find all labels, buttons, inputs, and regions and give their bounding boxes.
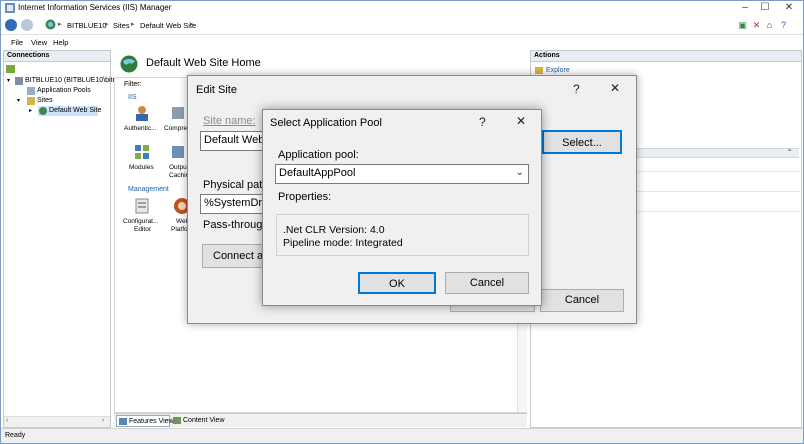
physical-path-label: Physical path [203,179,269,191]
chevron-down-icon[interactable]: ⌄ [516,167,524,178]
menu-bar: File View Help [1,35,803,49]
filter-label: Filter: [124,81,142,88]
select-pool-cancel-button[interactable]: Cancel [445,272,529,294]
site-name-field[interactable]: Default Web [200,131,270,151]
stop-icon[interactable]: ✕ [751,20,762,31]
center-header: Default Web Site Home [114,50,527,77]
page-title: Default Web Site Home [146,57,261,69]
pass-through-label: Pass-through [203,219,269,231]
back-button[interactable] [5,19,17,31]
expand-icon[interactable]: ▸ [29,107,32,114]
features-view-icon [119,418,127,425]
collapse-icon[interactable]: ⌃ [786,148,793,157]
globe-icon [45,19,56,30]
home-icon[interactable]: ⌂ [764,20,775,31]
title-bar: Internet Information Services (IIS) Mana… [1,1,803,16]
site-globe-icon [120,55,138,73]
edit-site-help-button[interactable]: ? [573,82,580,96]
chevron-right-icon: ▸ [190,21,194,28]
tab-features-view[interactable]: Features View [116,415,174,427]
tree-app-pools[interactable]: Application Pools [37,87,91,94]
sites-folder-icon [27,97,35,105]
configuration-editor-icon[interactable] [133,197,151,215]
scroll-right-icon[interactable]: › [102,417,104,424]
actions-header: Actions [531,51,801,62]
globe-icon [39,107,47,115]
breadcrumb-sites[interactable]: Sites [113,21,130,30]
expand-icon[interactable]: ▾ [7,77,10,84]
expand-icon[interactable]: ▾ [17,97,20,104]
modules-label: Modules [129,164,154,171]
app-pool-select[interactable]: DefaultAppPool ⌄ [275,164,529,184]
select-pool-close-button[interactable]: ✕ [516,114,526,128]
edit-site-cancel-button[interactable]: Cancel [540,289,624,312]
menu-view[interactable]: View [31,38,47,47]
compression-icon[interactable] [169,104,187,122]
menu-help[interactable]: Help [53,38,68,47]
authentication-icon[interactable] [133,104,151,122]
pipeline-mode-text: Pipeline mode: Integrated [283,237,403,249]
address-bar: ▸ BITBLUE10 ▸ Sites ▸ Default Web Site ▸… [1,16,803,35]
tree-server[interactable]: BITBLUE10 (BITBLUE10\bitma [25,77,122,84]
status-text: Ready [5,432,26,439]
authentication-label: Authentic... [124,125,157,132]
go-icon[interactable]: ▣ [737,20,748,31]
breadcrumb-server[interactable]: BITBLUE10 [67,21,107,30]
scroll-left-icon[interactable]: ‹ [6,417,8,424]
section-iis: IIS [128,94,137,101]
action-explore[interactable]: Explore [546,67,570,74]
window-title: Internet Information Services (IIS) Mana… [18,3,172,12]
help-icon[interactable]: ? [778,20,789,31]
chevron-right-icon: ▸ [58,21,62,28]
tab-features-view-label: Features View [129,418,174,425]
select-app-pool-button[interactable]: Select... [542,130,622,154]
modules-icon[interactable] [133,143,151,161]
app-pool-label: Application pool: [278,149,359,161]
tab-content-view-label: Content View [183,417,225,424]
app-pool-select-value: DefaultAppPool [279,167,356,179]
site-name-label: Site name: [203,115,256,127]
configuration-editor-label-2: Editor [134,226,151,233]
select-button-label: Select... [562,137,602,149]
section-management: Management [128,186,169,193]
connections-pane: Connections ▾ BITBLUE10 (BITBLUE10\bitma… [3,50,122,428]
menu-file[interactable]: File [11,38,23,47]
properties-box: .Net CLR Version: 4.0 Pipeline mode: Int… [276,214,529,256]
view-tabs: Features View Content View [114,413,527,427]
tree-default-web-site[interactable]: Default Web Site [49,107,101,114]
forward-button[interactable] [21,19,33,31]
divider [621,191,801,192]
tree-sites[interactable]: Sites [37,97,53,104]
server-icon [15,77,23,85]
output-caching-label: Outpu [169,164,187,171]
folder-icon [535,67,543,74]
connections-toolbar [6,64,108,74]
select-pool-help-button[interactable]: ? [479,115,486,129]
output-caching-icon[interactable] [169,143,187,161]
iis-app-icon [5,3,15,13]
select-pool-ok-button[interactable]: OK [358,272,436,294]
edit-site-title: Edit Site [196,84,237,96]
properties-label: Properties: [278,191,332,203]
physical-path-field[interactable]: %SystemDrive [200,194,270,214]
divider [621,211,801,212]
select-app-pool-title: Select Application Pool [270,117,382,129]
divider [621,171,801,172]
close-window-button[interactable]: ✕ [775,1,803,16]
configuration-editor-label: Configurat... [123,218,159,225]
app-pools-icon [27,87,35,95]
chevron-right-icon: ▸ [105,21,109,28]
clr-version-text: .Net CLR Version: 4.0 [283,224,385,236]
connections-scrollbar[interactable]: ‹ › [4,416,110,427]
status-bar: Ready [1,428,803,443]
tab-content-view[interactable]: Content View [171,415,231,427]
breadcrumb-site[interactable]: Default Web Site [140,21,196,30]
connect-icon[interactable] [6,65,15,73]
select-app-pool-dialog: Select Application Pool ? ✕ Application … [262,109,542,306]
edit-site-close-button[interactable]: ✕ [610,81,620,95]
connections-header: Connections [4,51,110,62]
content-view-icon [173,417,181,424]
chevron-right-icon: ▸ [131,21,135,28]
